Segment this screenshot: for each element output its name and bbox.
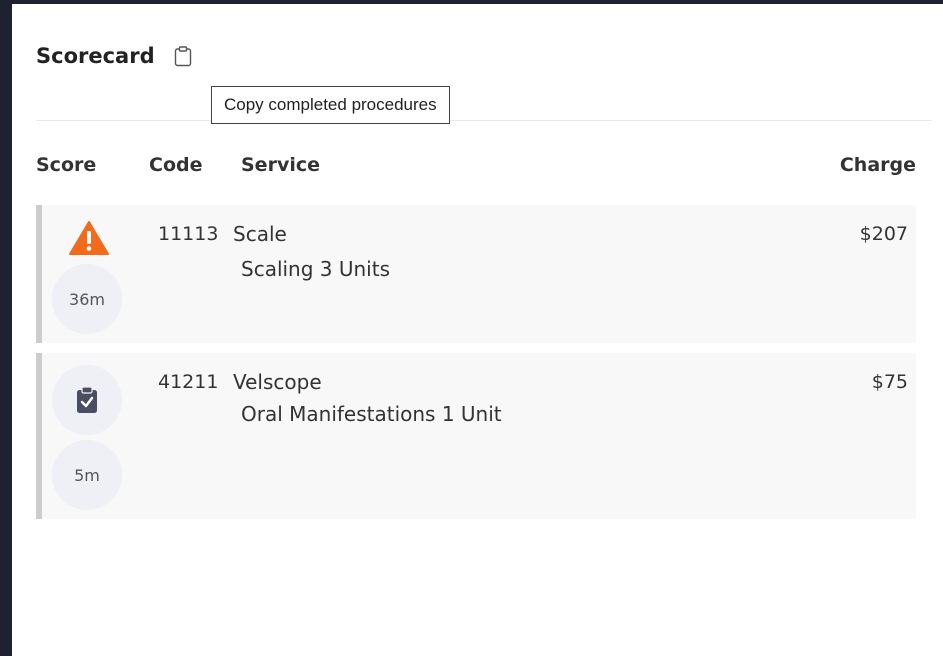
header-divider	[36, 120, 932, 121]
time-badge: 36m	[52, 264, 122, 334]
service-detail: Scaling 3 Units	[241, 257, 391, 281]
clipboard-copy-icon[interactable]	[173, 45, 193, 67]
procedure-code: 11113	[158, 223, 219, 245]
service-name: Scale	[233, 222, 287, 246]
scorecard-header: Scorecard	[36, 40, 193, 72]
column-header-code: Code	[149, 154, 203, 176]
table-header: Score Code Service Charge	[36, 154, 916, 184]
scorecard-title: Scorecard	[36, 44, 155, 68]
column-header-score: Score	[36, 154, 97, 176]
scorecard-panel: Scorecard Copy completed procedures Scor…	[12, 4, 943, 656]
status-badge	[52, 365, 122, 435]
service-detail: Oral Manifestations 1 Unit	[241, 402, 502, 426]
procedure-row[interactable]: 36m 11113 Scale Scaling 3 Units $207	[36, 205, 916, 343]
procedure-charge: $75	[871, 371, 908, 393]
warning-icon	[68, 219, 110, 257]
time-value: 5m	[74, 465, 100, 485]
time-value: 36m	[69, 289, 105, 309]
procedure-charge: $207	[859, 223, 908, 245]
service-name: Velscope	[233, 370, 322, 394]
clipboard-check-icon	[76, 386, 98, 414]
column-header-service: Service	[241, 154, 320, 176]
copy-tooltip: Copy completed procedures	[211, 86, 450, 124]
procedure-code: 41211	[158, 371, 219, 393]
column-header-charge: Charge	[839, 154, 916, 176]
time-badge: 5m	[52, 440, 122, 510]
procedure-row[interactable]: 5m 41211 Velscope Oral Manifestations 1 …	[36, 353, 916, 519]
